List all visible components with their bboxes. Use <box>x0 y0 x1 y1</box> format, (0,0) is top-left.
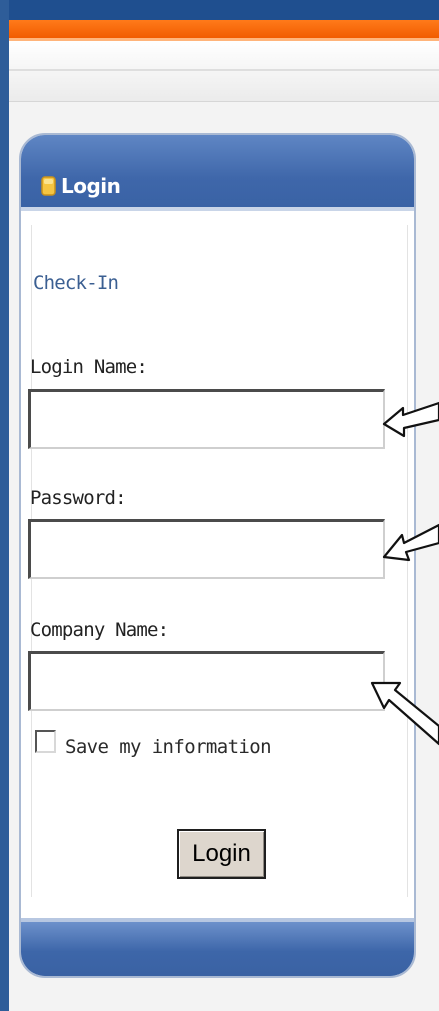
arrow-icon <box>382 523 439 562</box>
arrow-icon <box>382 401 439 438</box>
arrow-icon <box>370 681 439 746</box>
annotation-arrows <box>370 401 439 746</box>
